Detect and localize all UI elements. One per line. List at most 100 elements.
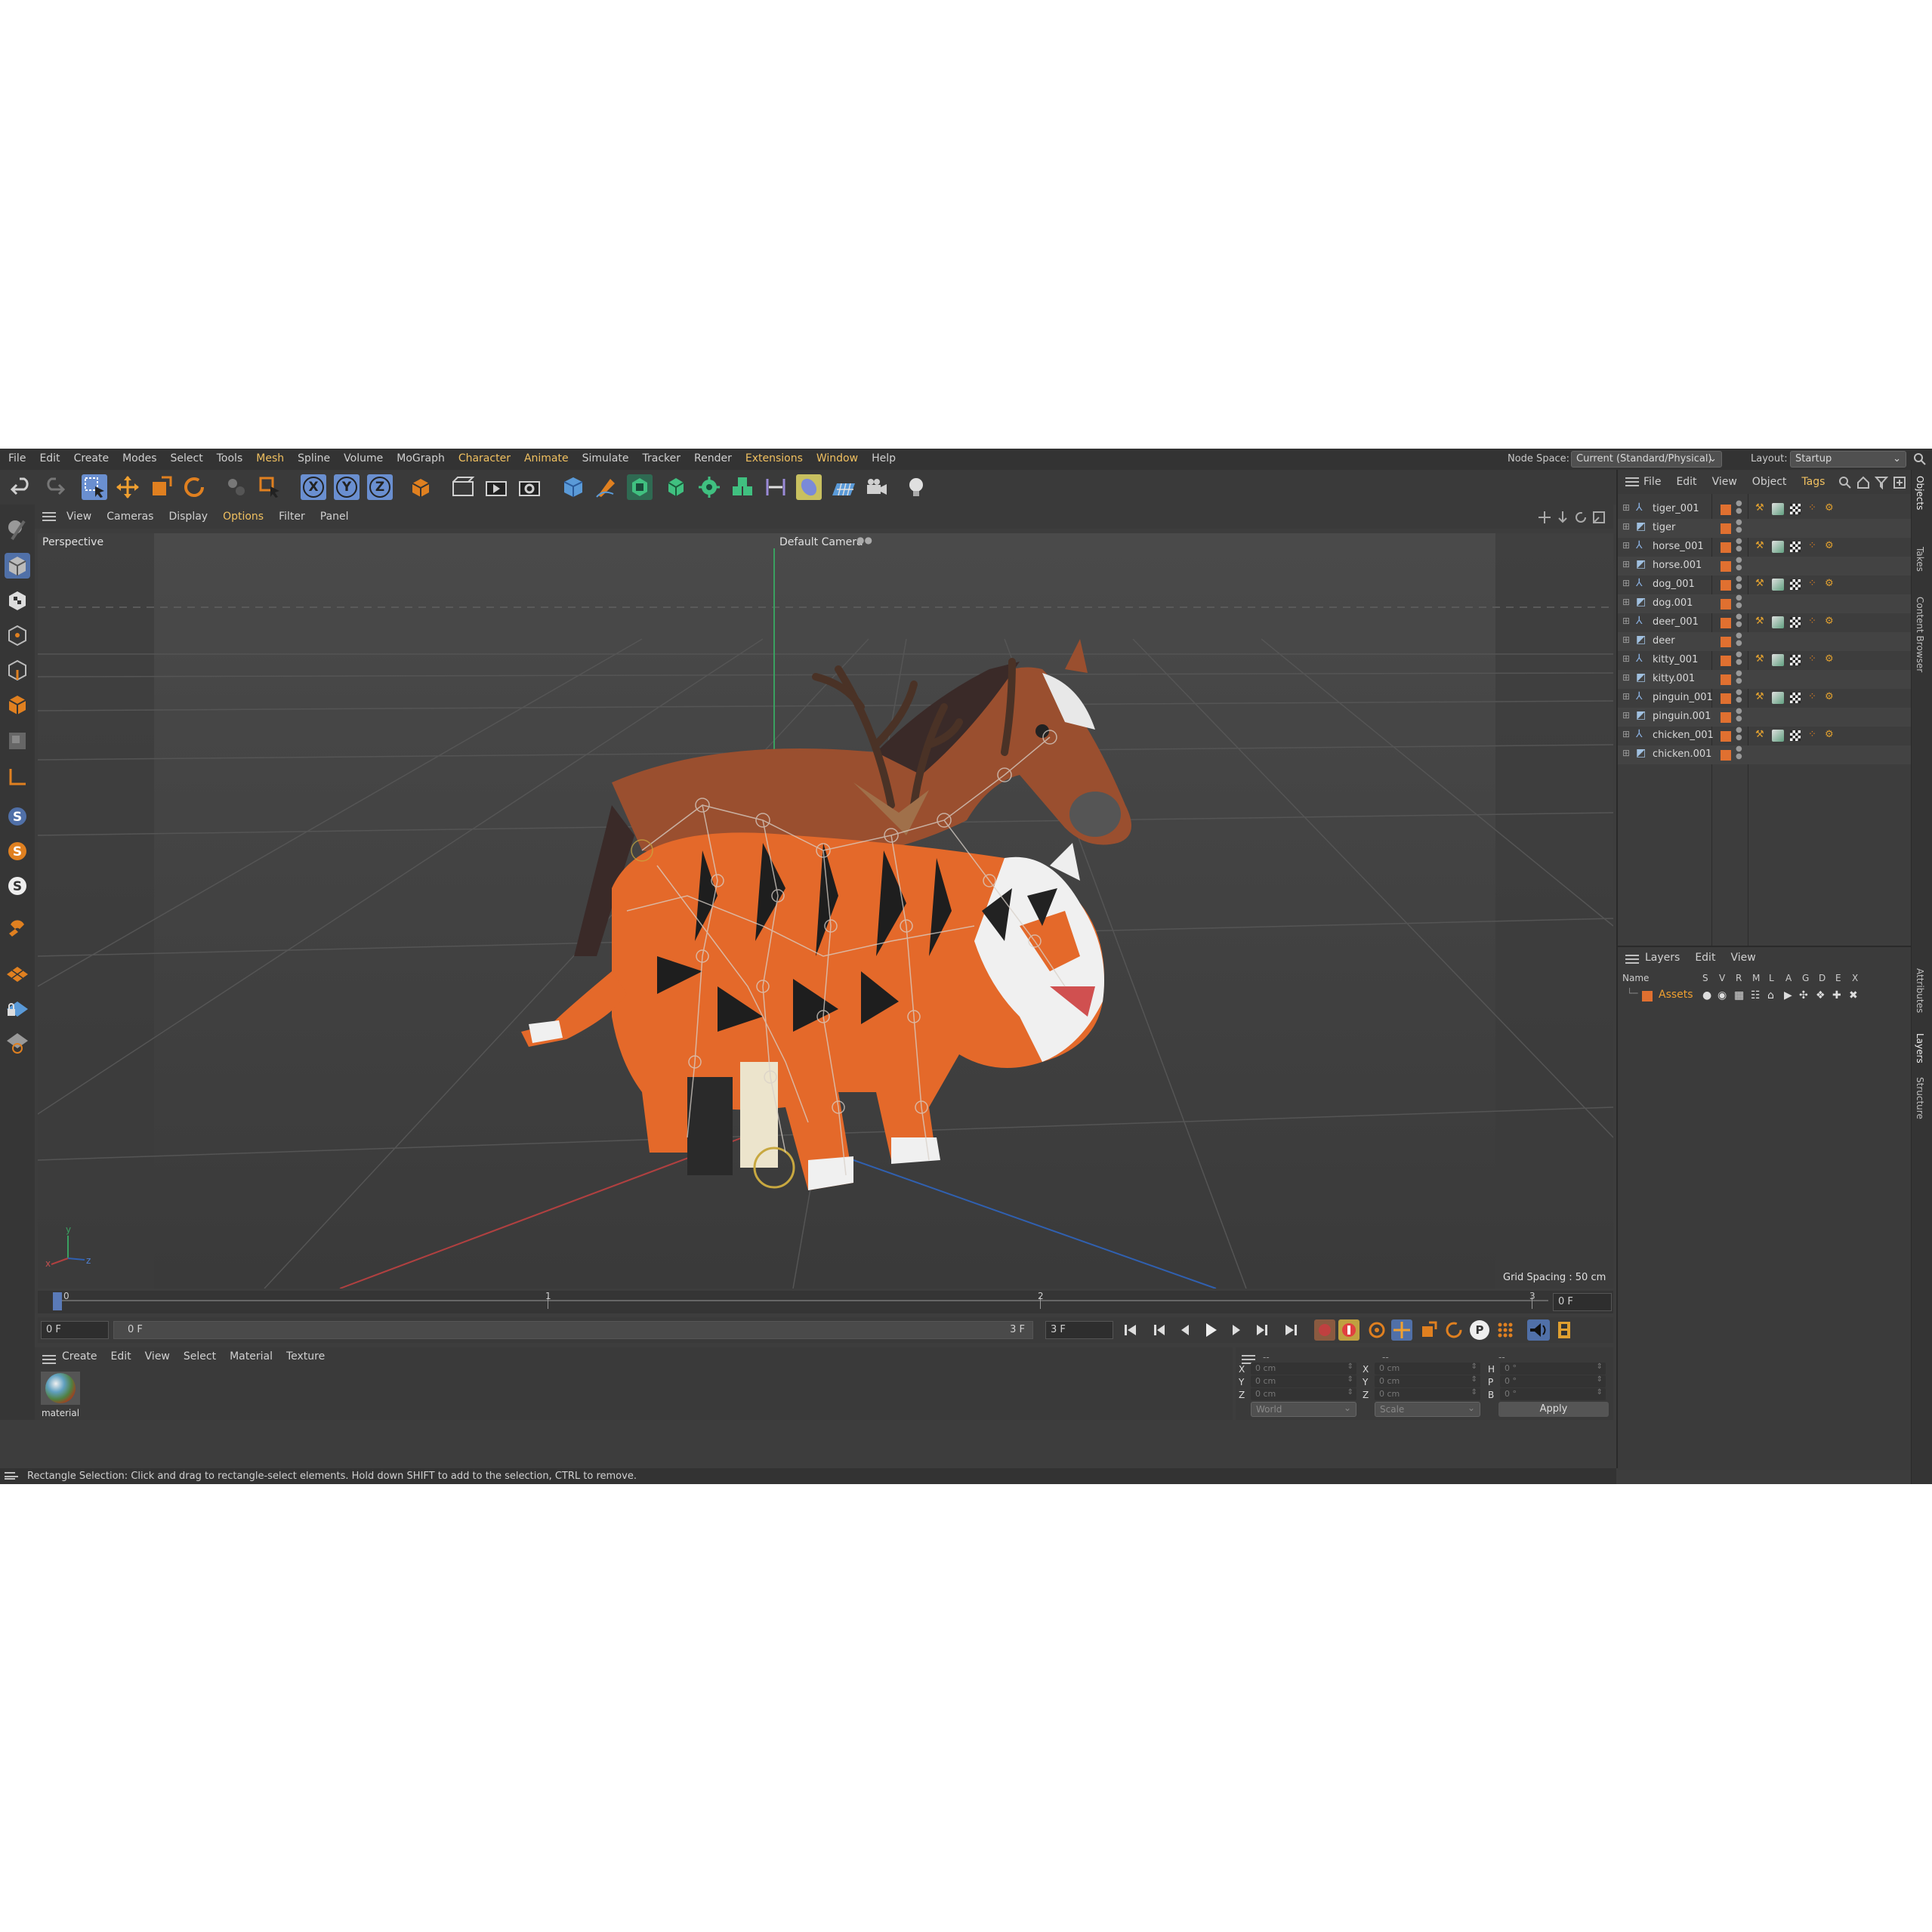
edge-mode-icon[interactable] xyxy=(5,657,30,683)
coord-size-field[interactable]: 0 cm ⇕ xyxy=(1375,1388,1480,1400)
menu-character[interactable]: Character xyxy=(452,449,517,470)
constraint-tag-icon[interactable]: ⚙ xyxy=(1825,502,1834,514)
undo-icon[interactable] xyxy=(9,474,35,500)
visibility-dots-icon[interactable]: ● ● xyxy=(1736,632,1742,647)
pan-view-icon[interactable] xyxy=(1538,511,1551,524)
coord-pos-field[interactable]: 0 cm ⇕ xyxy=(1251,1363,1356,1375)
viewport-menu-panel[interactable]: Panel xyxy=(314,505,358,523)
menu-modes[interactable]: Modes xyxy=(116,449,163,470)
layer-color-swatch[interactable] xyxy=(1721,618,1731,628)
pen-spline-icon[interactable] xyxy=(594,474,619,500)
position-key-button[interactable] xyxy=(1391,1319,1412,1341)
object-row-tiger[interactable]: ⊞ ◩ tiger ● ● xyxy=(1618,519,1912,538)
object-menu-tags[interactable]: Tags xyxy=(1801,476,1825,488)
preview-range-slider[interactable]: 0 F 3 F xyxy=(113,1321,1033,1339)
hamburger-icon[interactable] xyxy=(1625,477,1639,486)
layer-color-swatch[interactable] xyxy=(1721,523,1731,534)
layer-color-swatch[interactable] xyxy=(1721,750,1731,761)
search-icon[interactable] xyxy=(1838,476,1852,489)
material-menu-edit[interactable]: Edit xyxy=(111,1350,131,1363)
eye-icon[interactable]: ◉ xyxy=(1718,989,1727,1001)
object-name[interactable]: deer_001 xyxy=(1653,616,1699,628)
visibility-dots-icon[interactable]: ● ● xyxy=(1736,613,1742,628)
checker-tag-icon[interactable] xyxy=(1790,617,1801,628)
layer-column-r[interactable]: R xyxy=(1736,973,1742,983)
record-active-objects-button[interactable] xyxy=(1314,1319,1335,1341)
snap-settings-icon[interactable]: S xyxy=(5,838,30,864)
object-row-dog-001[interactable]: ⊞ ⅄ dog_001 ● ● ⚒ ⁘ ⚙ xyxy=(1618,576,1912,594)
layer-color-swatch[interactable] xyxy=(1721,599,1731,610)
coord-size-field[interactable]: 0 cm ⇕ xyxy=(1375,1363,1480,1375)
hamburger-icon[interactable] xyxy=(42,512,56,521)
locked-workplane-icon[interactable] xyxy=(5,994,30,1020)
layer-color-swatch[interactable] xyxy=(1721,674,1731,685)
stepper-icon[interactable]: ⇕ xyxy=(1597,1363,1603,1371)
menu-mesh[interactable]: Mesh xyxy=(249,449,291,470)
object-name[interactable]: dog.001 xyxy=(1653,597,1693,609)
object-row-horse-001[interactable]: ⊞ ◩ horse.001 ● ● xyxy=(1618,557,1912,576)
ik-tag-icon[interactable]: ⁘ xyxy=(1808,691,1816,702)
hamburger-icon[interactable] xyxy=(42,1355,56,1364)
stepper-icon[interactable]: ⇕ xyxy=(1471,1363,1477,1371)
floor-icon[interactable] xyxy=(831,474,856,500)
object-row-dog-001[interactable]: ⊞ ◩ dog.001 ● ● xyxy=(1618,594,1912,613)
checker-tag-icon[interactable] xyxy=(1790,730,1801,741)
object-name[interactable]: pinguin_001 xyxy=(1653,692,1713,703)
material-menu-view[interactable]: View xyxy=(145,1350,170,1363)
menu-spline[interactable]: Spline xyxy=(291,449,337,470)
object-row-deer-001[interactable]: ⊞ ⅄ deer_001 ● ● ⚒ ⁘ ⚙ xyxy=(1618,613,1912,632)
menu-window[interactable]: Window xyxy=(810,449,865,470)
layer-column-m[interactable]: M xyxy=(1752,973,1760,983)
parameter-key-button[interactable]: P xyxy=(1470,1320,1489,1340)
axis-workplane-icon[interactable] xyxy=(5,1029,30,1054)
light-icon[interactable] xyxy=(903,474,929,500)
material-menu-select[interactable]: Select xyxy=(184,1350,216,1363)
hamburger-icon[interactable] xyxy=(5,1472,18,1480)
cloner-icon[interactable] xyxy=(696,474,722,500)
constraint-tag-icon[interactable]: ⚙ xyxy=(1825,729,1834,740)
stepper-icon[interactable]: ⇕ xyxy=(1471,1388,1477,1397)
object-name[interactable]: chicken_001 xyxy=(1653,730,1714,741)
layer-column-x[interactable]: X xyxy=(1852,973,1858,983)
constraint-tag-icon[interactable]: ⚙ xyxy=(1825,653,1834,665)
ik-tag-icon[interactable]: ⁘ xyxy=(1808,616,1816,627)
expand-icon[interactable]: ⊞ xyxy=(1622,559,1630,569)
object-row-chicken-001[interactable]: ⊞ ◩ chicken.001 ● ● xyxy=(1618,745,1912,764)
object-name[interactable]: tiger_001 xyxy=(1653,503,1699,514)
render-to-picture-viewer-icon[interactable] xyxy=(483,474,509,500)
layer-column-v[interactable]: V xyxy=(1719,973,1725,983)
coord-pos-field[interactable]: 0 cm ⇕ xyxy=(1251,1388,1356,1400)
layer-column-l[interactable]: L xyxy=(1769,973,1774,983)
stepper-icon[interactable]: ⇕ xyxy=(1347,1388,1353,1397)
rectangle-selection-button[interactable] xyxy=(82,474,107,500)
point-mode-icon[interactable] xyxy=(5,622,30,648)
coord-rot-field[interactable]: 0 ° ⇕ xyxy=(1500,1363,1606,1375)
checker-tag-icon[interactable] xyxy=(1790,579,1801,590)
lock-z-axis-button[interactable]: Z xyxy=(367,474,393,500)
redo-icon[interactable] xyxy=(41,474,66,500)
quantize-icon[interactable]: S xyxy=(5,873,30,899)
play-icon[interactable] xyxy=(1201,1321,1221,1339)
go-to-start-icon[interactable] xyxy=(1121,1321,1140,1339)
snap-icon[interactable]: S xyxy=(5,804,30,829)
expand-icon[interactable]: ⊞ xyxy=(1622,616,1630,626)
tab-attributes[interactable]: Attributes xyxy=(1915,968,1925,1013)
filter-icon[interactable] xyxy=(1875,476,1888,489)
material-tag-icon[interactable] xyxy=(1772,541,1784,553)
make-editable-icon[interactable] xyxy=(5,517,30,542)
expand-icon[interactable]: ⊞ xyxy=(1622,634,1630,645)
layer-menu-layers[interactable]: Layers xyxy=(1645,952,1680,964)
stepper-icon[interactable]: ⇕ xyxy=(1597,1388,1603,1397)
texture-mode-icon[interactable] xyxy=(5,588,30,613)
previous-frame-icon[interactable] xyxy=(1175,1321,1195,1339)
expand-icon[interactable]: ⊞ xyxy=(1622,710,1630,721)
stepper-icon[interactable]: ⇕ xyxy=(1347,1363,1353,1371)
magnet-icon[interactable] xyxy=(5,915,30,941)
weight-tag-icon[interactable]: ⚒ xyxy=(1755,691,1764,702)
object-name[interactable]: pinguin.001 xyxy=(1653,711,1711,722)
material-tag-icon[interactable] xyxy=(1772,579,1784,591)
layer-color-swatch[interactable] xyxy=(1721,712,1731,723)
tab-content-browser[interactable]: Content Browser xyxy=(1915,597,1925,672)
render-icon[interactable]: ▦ xyxy=(1734,989,1744,1001)
coordinate-space-dropdown[interactable]: World ⌄ xyxy=(1251,1402,1356,1417)
